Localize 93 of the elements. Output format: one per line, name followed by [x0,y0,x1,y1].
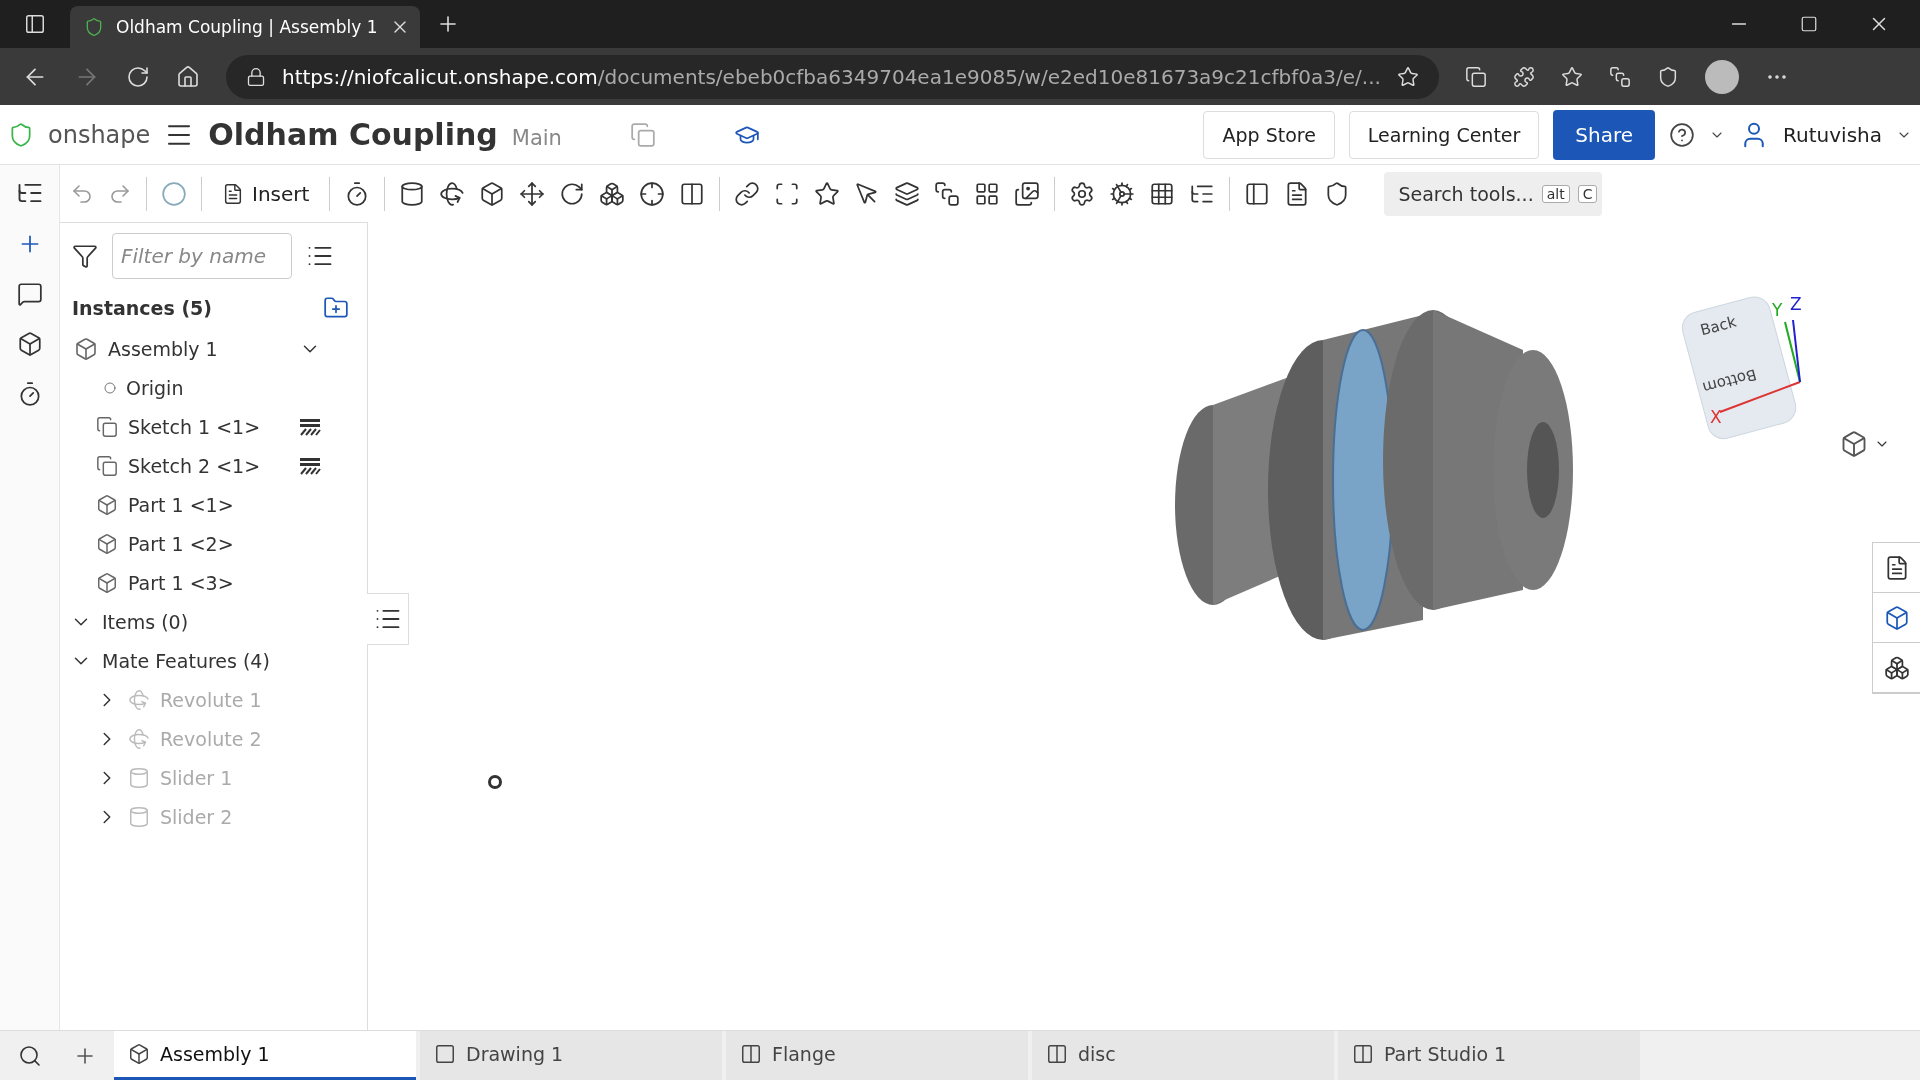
browser-tab[interactable]: Oldham Coupling | Assembly 1 [70,6,420,48]
filter-icon[interactable] [72,243,98,269]
link-icon[interactable] [734,180,761,207]
insert-button[interactable]: Insert [216,180,316,207]
box-icon[interactable] [479,180,506,207]
axis-label: X [1710,407,1722,427]
cube-icon[interactable] [1840,430,1868,458]
grid-icon[interactable] [1149,180,1176,207]
view-cube-face-label: Back [1698,312,1739,340]
app-logo-text: onshape [48,120,151,149]
collapse-panel-button[interactable] [367,593,409,645]
document-tab[interactable]: Flange [726,1031,1028,1080]
part-studio-icon [1352,1043,1374,1065]
box-icon[interactable] [16,331,43,357]
assembly-icon [74,336,98,361]
section-title: Instances (5) [72,297,212,319]
tree-item[interactable]: Sketch 1 <1> [66,407,367,446]
gear-icon[interactable] [1069,180,1096,207]
layers-icon[interactable] [894,180,921,207]
revolute-icon [128,688,150,711]
filter-field[interactable]: Filter by name [112,233,292,279]
document-tab[interactable]: Drawing 1 [420,1031,722,1080]
share-button[interactable]: Share [1553,109,1656,160]
slider-icon [128,766,150,789]
tree-item[interactable]: Origin [66,368,367,407]
sketch-icon [96,454,118,477]
user-name[interactable]: Rutuvisha [1783,122,1882,147]
box-icon[interactable] [599,180,626,207]
part-icon [96,493,118,516]
collections-icon[interactable] [1608,65,1631,88]
profile-avatar[interactable] [1704,59,1739,94]
star-icon[interactable] [814,180,841,207]
cog-icon[interactable] [1109,180,1136,207]
add-folder-icon[interactable] [323,295,349,321]
axis-label: Z [1790,294,1802,314]
panel-icon[interactable] [1244,180,1271,207]
slider-icon [128,805,150,828]
drawing-icon [434,1043,456,1065]
lock-icon [246,66,266,87]
revolute-icon [128,727,150,750]
branch-label: Main [511,125,562,150]
axis-label: Y [1772,300,1783,320]
view-cube-face-label: Bottom [1700,365,1759,397]
sketch-icon [96,415,118,438]
comment-icon[interactable] [16,281,43,307]
header-button[interactable]: App Store [1203,110,1335,159]
search-icon[interactable] [18,1043,42,1068]
header-button[interactable]: Learning Center [1348,110,1540,159]
origin-icon [104,381,116,394]
document-icon [222,182,244,205]
tree-item[interactable]: Part 1 <3> [66,563,367,602]
search-tools-field[interactable]: Search tools... alt C [1384,171,1603,216]
tree-item[interactable]: Part 1 <2> [66,524,367,563]
pivot-icon [488,775,502,789]
part-studio-icon [1046,1043,1068,1065]
reload-icon[interactable] [126,64,150,89]
tree-item[interactable]: Part 1 <1> [66,485,367,524]
cylinder-icon[interactable] [399,180,426,207]
url-text: https://niofcalicut.onshape.com/documents/ebeb0cfba6349704ea1e9085/w/e2ed10e81673a9c21cfbf0a3/e/... [282,64,1381,89]
document-tab[interactable]: disc [1032,1031,1334,1080]
tree-group[interactable]: Items (0) [66,602,367,641]
images-icon[interactable] [1014,180,1041,207]
part-icon [96,532,118,555]
tree-item[interactable]: Sketch 2 <1> [66,446,367,485]
address-bar[interactable]: https://niofcalicut.onshape.com/documents/ebeb0cfba6349704ea1e9085/w/e2ed10e81673a9c21cfbf0a3/e/... [226,54,1439,99]
move-icon[interactable] [519,180,546,207]
site-icon [84,17,104,37]
part-icon [96,571,118,594]
home-icon[interactable] [176,64,200,89]
document-tab[interactable]: Part Studio 1 [1338,1031,1640,1080]
document-title: Oldham Coupling [208,117,498,152]
fixed-icon[interactable] [299,455,321,476]
fixed-icon[interactable] [299,416,321,437]
favorites-icon[interactable] [1560,65,1583,88]
maximize-icon[interactable] [1800,15,1818,33]
puzzle-icon[interactable] [1512,65,1535,88]
tree-group[interactable]: Mate Features (4) [66,641,367,680]
parts-icon[interactable] [1883,654,1910,681]
tree-item[interactable]: Assembly 1 [66,329,367,368]
scan-icon[interactable] [774,180,801,207]
logo-icon [8,121,34,148]
rotate-icon[interactable] [559,180,586,207]
crosshair-icon[interactable] [639,180,666,207]
grid-icon[interactable] [974,180,1001,207]
favorite-icon[interactable] [1396,65,1419,88]
help-icon[interactable] [1669,121,1696,148]
part-studio-icon [740,1043,762,1065]
tab-list-icon[interactable] [24,13,46,35]
stack-icon[interactable] [934,180,961,207]
document-tab[interactable]: Assembly 1 [114,1031,416,1080]
columns-icon[interactable] [679,180,706,207]
assembly-icon [128,1043,150,1065]
rotate-icon[interactable] [439,180,466,207]
